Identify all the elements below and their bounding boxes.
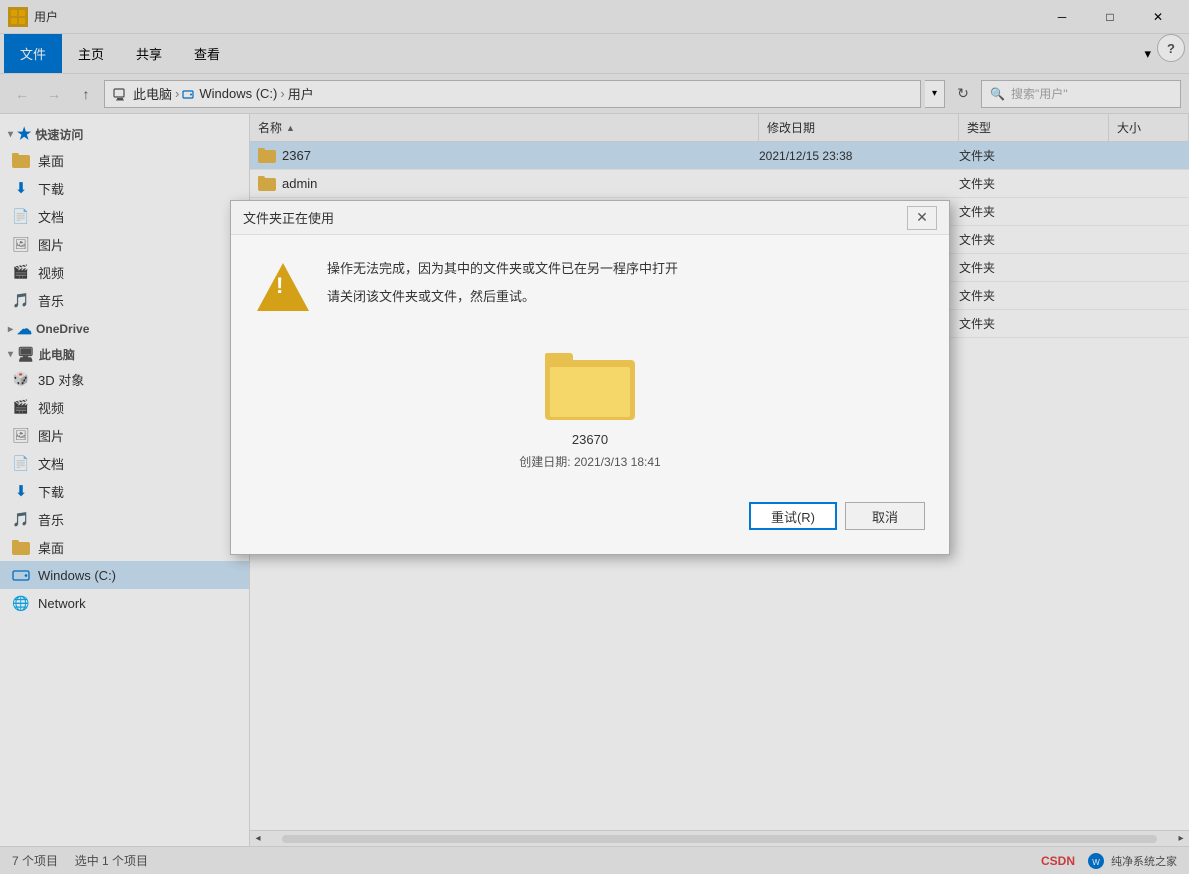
dialog-close-button[interactable]: ✕ bbox=[907, 206, 937, 230]
folder-icon-large bbox=[545, 345, 635, 420]
dialog-buttons: 重试(R) 取消 bbox=[255, 490, 925, 538]
dialog-sub-text: 请关闭该文件夹或文件，然后重试。 bbox=[327, 286, 925, 305]
dialog-folder-area: 23670 创建日期: 2021/3/13 18:41 bbox=[255, 335, 925, 490]
folder-date: 创建日期: 2021/3/13 18:41 bbox=[519, 453, 660, 470]
dialog-title-bar: 文件夹正在使用 ✕ bbox=[231, 201, 949, 235]
dialog-message-row: 操作无法完成，因为其中的文件夹或文件已在另一程序中打开 请关闭该文件夹或文件，然… bbox=[255, 259, 925, 315]
dialog-title: 文件夹正在使用 bbox=[243, 208, 907, 227]
dialog-body: 操作无法完成，因为其中的文件夹或文件已在另一程序中打开 请关闭该文件夹或文件，然… bbox=[231, 235, 949, 554]
dialog-text: 操作无法完成，因为其中的文件夹或文件已在另一程序中打开 请关闭该文件夹或文件，然… bbox=[327, 259, 925, 305]
dialog-main-text: 操作无法完成，因为其中的文件夹或文件已在另一程序中打开 bbox=[327, 259, 925, 280]
warning-icon bbox=[255, 259, 311, 315]
folder-name: 23670 bbox=[572, 432, 608, 447]
retry-button[interactable]: 重试(R) bbox=[749, 502, 837, 530]
dialog-folder-in-use: 文件夹正在使用 ✕ 操作无法完成，因为其中的文件夹或文件已在另一程序中打开 请关… bbox=[230, 200, 950, 555]
cancel-button[interactable]: 取消 bbox=[845, 502, 925, 530]
dialog-overlay: 文件夹正在使用 ✕ 操作无法完成，因为其中的文件夹或文件已在另一程序中打开 请关… bbox=[0, 0, 1189, 874]
